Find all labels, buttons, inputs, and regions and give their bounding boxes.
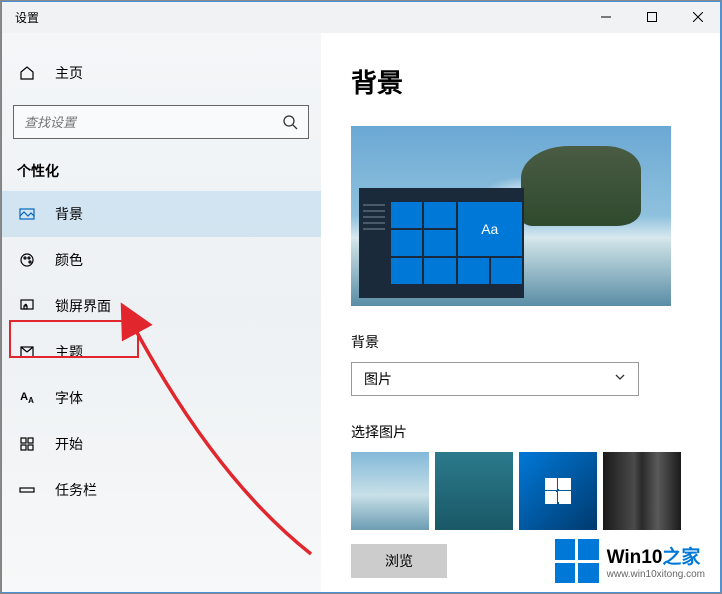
window-controls bbox=[583, 1, 721, 33]
picture-thumbnails bbox=[351, 452, 721, 530]
watermark-url: www.win10xitong.com bbox=[607, 569, 705, 580]
nav-fonts[interactable]: AA 字体 bbox=[1, 375, 321, 421]
watermark-logo-icon bbox=[555, 539, 599, 583]
sidebar: 主页 个性化 背景 颜色 锁屏界面 主题 AA 字体 bbox=[1, 33, 321, 592]
thumb-1[interactable] bbox=[351, 452, 429, 530]
section-title: 个性化 bbox=[17, 161, 321, 181]
background-field-label: 背景 bbox=[351, 332, 721, 352]
start-icon bbox=[17, 436, 37, 452]
window-title: 设置 bbox=[1, 9, 39, 26]
nav-label: 开始 bbox=[55, 434, 83, 454]
background-type-dropdown[interactable]: 图片 bbox=[351, 362, 639, 396]
nav-label: 主题 bbox=[55, 342, 83, 362]
thumb-2[interactable] bbox=[435, 452, 513, 530]
search-input[interactable] bbox=[24, 115, 282, 130]
palette-icon bbox=[17, 252, 37, 268]
close-button[interactable] bbox=[675, 1, 721, 33]
thumb-4[interactable] bbox=[603, 452, 681, 530]
background-preview: Aa bbox=[351, 126, 671, 306]
nav-label: 字体 bbox=[55, 388, 83, 408]
search-box[interactable] bbox=[13, 105, 309, 139]
minimize-button[interactable] bbox=[583, 1, 629, 33]
nav-colors[interactable]: 颜色 bbox=[1, 237, 321, 283]
lockscreen-icon bbox=[17, 298, 37, 314]
nav-background[interactable]: 背景 bbox=[1, 191, 321, 237]
nav-label: 颜色 bbox=[55, 250, 83, 270]
dropdown-value: 图片 bbox=[364, 369, 614, 389]
watermark: Win10之家 www.win10xitong.com bbox=[555, 539, 705, 583]
font-icon: AA bbox=[17, 391, 37, 405]
nav-label: 任务栏 bbox=[55, 480, 97, 500]
nav-start[interactable]: 开始 bbox=[1, 421, 321, 467]
maximize-button[interactable] bbox=[629, 1, 675, 33]
home-icon bbox=[17, 65, 37, 81]
titlebar: 设置 bbox=[1, 1, 721, 33]
preview-desktop-mock: Aa bbox=[359, 188, 524, 298]
picture-icon bbox=[17, 206, 37, 222]
page-title: 背景 bbox=[351, 63, 721, 100]
nav-themes[interactable]: 主题 bbox=[1, 329, 321, 375]
watermark-brand: Win10之家 bbox=[607, 542, 705, 569]
nav-lockscreen[interactable]: 锁屏界面 bbox=[1, 283, 321, 329]
nav-label: 锁屏界面 bbox=[55, 296, 111, 316]
nav-label: 背景 bbox=[55, 204, 83, 224]
browse-button[interactable]: 浏览 bbox=[351, 544, 447, 578]
home-label: 主页 bbox=[55, 63, 83, 83]
select-picture-label: 选择图片 bbox=[351, 422, 721, 442]
thumb-3[interactable] bbox=[519, 452, 597, 530]
content-area: 背景 Aa 背景 图片 选择图 bbox=[321, 33, 721, 592]
theme-icon bbox=[17, 344, 37, 360]
preview-tile-text: Aa bbox=[458, 202, 523, 256]
chevron-down-icon bbox=[614, 370, 626, 388]
taskbar-icon bbox=[17, 482, 37, 498]
home-link[interactable]: 主页 bbox=[1, 53, 321, 93]
nav-taskbar[interactable]: 任务栏 bbox=[1, 467, 321, 513]
search-icon bbox=[282, 114, 298, 130]
